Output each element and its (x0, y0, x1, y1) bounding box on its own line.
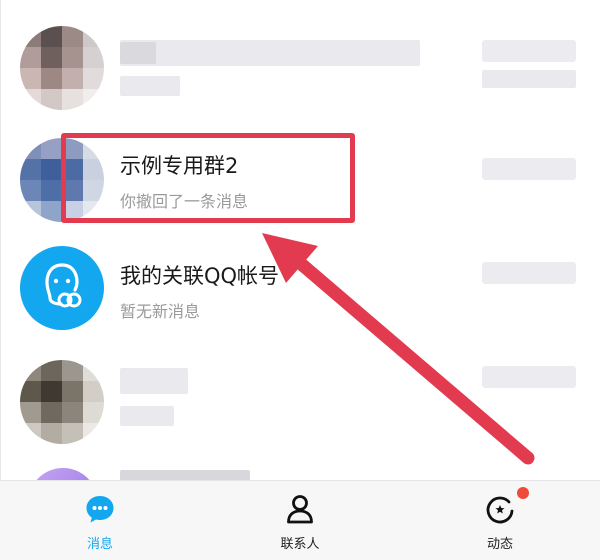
chat-subtitle: 暂无新消息 (120, 302, 201, 321)
blurred-time (482, 366, 576, 388)
blurred-time (482, 40, 576, 62)
notification-badge (517, 487, 529, 499)
chat-bubble-icon (86, 496, 114, 523)
chat-title: 我的关联QQ帐号 (120, 264, 280, 288)
blurred-subtitle (120, 406, 174, 426)
tab-contacts[interactable]: 联系人 (200, 481, 400, 560)
tab-label: 消息 (86, 537, 113, 552)
blurred-time (482, 158, 576, 180)
chat-row-partial[interactable] (0, 462, 600, 482)
highlight-box (61, 133, 355, 223)
person-icon (287, 495, 313, 524)
avatar (20, 360, 104, 444)
blurred-title (120, 40, 420, 66)
blurred-title (120, 368, 188, 394)
linked-qq-avatar (20, 246, 104, 330)
chat-row-blurred-1[interactable] (0, 10, 600, 128)
tab-label: 联系人 (280, 537, 320, 552)
blurred-time (482, 262, 576, 284)
blurred-title-part (120, 42, 156, 64)
spinning-star-icon (486, 496, 514, 524)
chat-row-blurred-2[interactable] (0, 350, 600, 468)
tab-label: 动态 (486, 537, 513, 552)
chat-row-linked-qq[interactable]: 我的关联QQ帐号 暂无新消息 (0, 246, 600, 364)
bottom-tab-bar: 消息 联系人 动态 (0, 480, 600, 560)
qq-penguin-link-icon (45, 263, 82, 308)
avatar (20, 26, 104, 110)
blurred-time-2 (482, 70, 576, 88)
tab-moments[interactable]: 动态 (400, 481, 600, 560)
screenshot-stage: 示例专用群2 你撤回了一条消息 我的关联QQ帐号 暂无新消息 消息 联系人 动态 (0, 0, 600, 560)
tab-messages[interactable]: 消息 (0, 481, 200, 560)
blurred-subtitle (120, 76, 180, 96)
